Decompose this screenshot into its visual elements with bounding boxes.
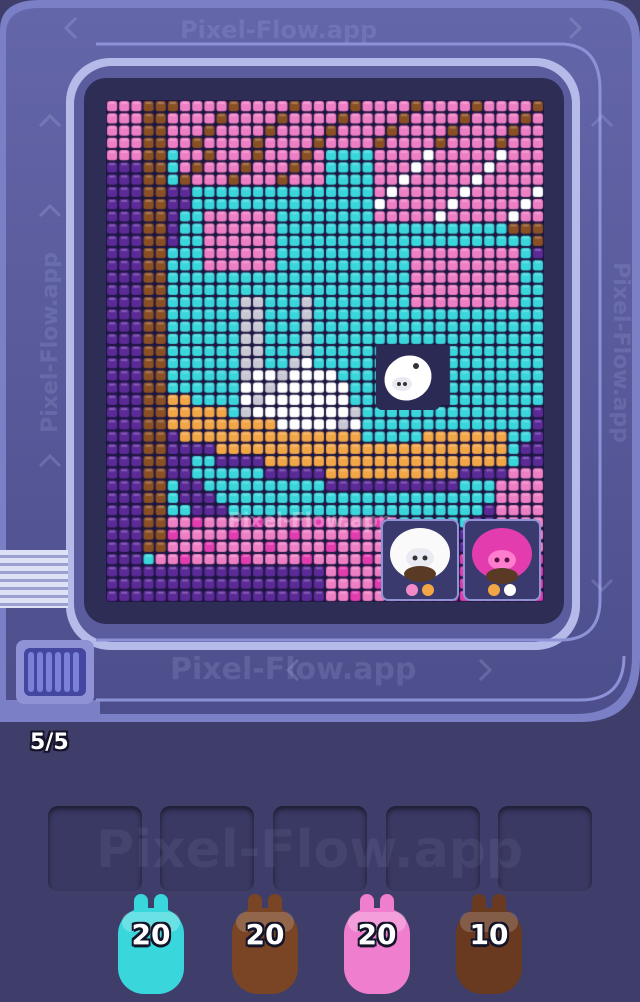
tray-stack: [0, 550, 68, 608]
watermark-center: Pixel-Flow.app: [228, 508, 393, 532]
pig-on-board[interactable]: [376, 344, 440, 414]
shooter-count: 20: [245, 918, 285, 951]
shooter-count: 20: [131, 918, 171, 951]
shooter-count: 10: [469, 918, 509, 951]
queue-shooter-3[interactable]: 20: [338, 890, 416, 998]
queue-shooter-1[interactable]: 20: [112, 890, 190, 998]
watermark-bottom: Pixel-Flow.app: [170, 652, 417, 687]
watermark-slots: Pixel-Flow.app: [96, 820, 524, 880]
watermark-top: Pixel-Flow.app: [180, 16, 378, 44]
pig-magenta-slot[interactable]: [462, 518, 542, 602]
watermark-right: Pixel-Flow.app: [607, 262, 633, 443]
queue-shooter-4[interactable]: 10: [450, 890, 528, 998]
conveyor-counter: 5/5: [30, 730, 69, 755]
conveyor-spool: [16, 640, 94, 704]
pig-white-slot[interactable]: [380, 518, 460, 602]
shooter-count: 20: [357, 918, 397, 951]
watermark-left: Pixel-Flow.app: [37, 252, 63, 433]
queue-shooter-2[interactable]: 20: [226, 890, 304, 998]
